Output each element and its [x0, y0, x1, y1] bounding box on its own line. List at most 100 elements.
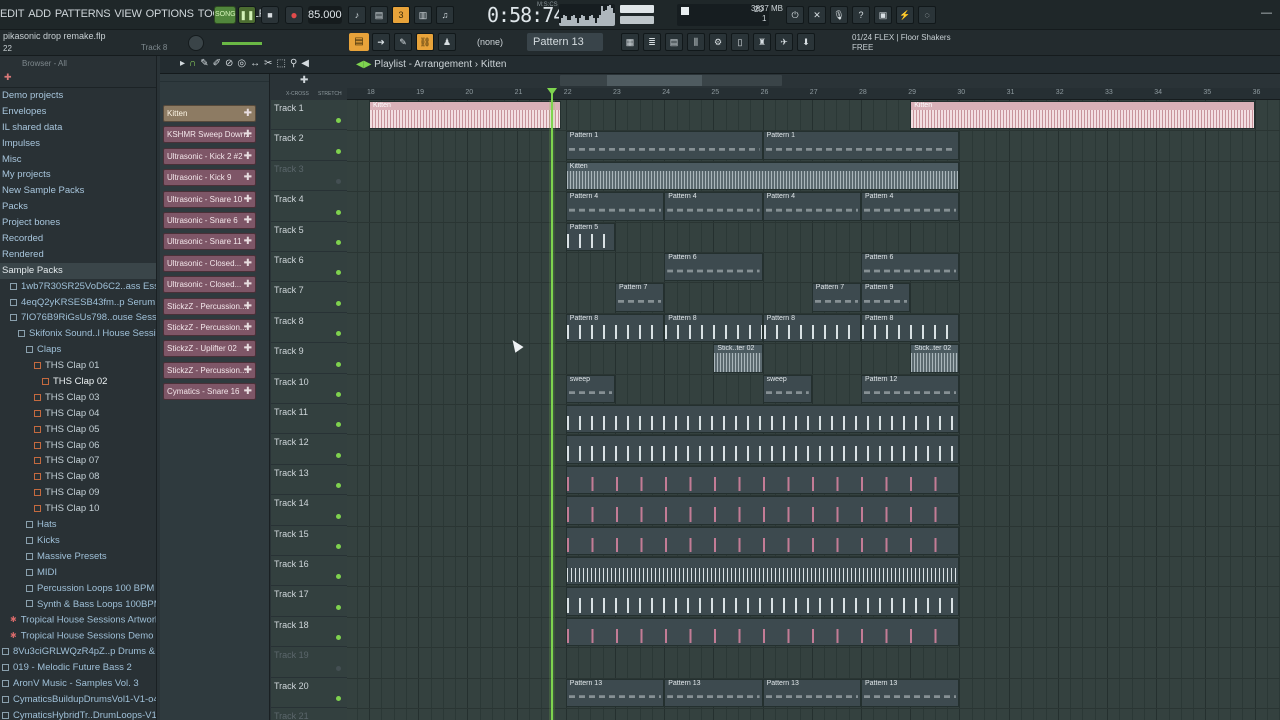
playlist-clip[interactable]: [565, 435, 960, 464]
download-icon[interactable]: ⬇: [797, 33, 815, 51]
playlist-clip[interactable]: Kitten: [910, 101, 1255, 130]
browser-item[interactable]: Synth & Bass Loops 100BPM: [0, 597, 156, 613]
playlist-clip[interactable]: [565, 617, 960, 647]
scrollbar-thumb[interactable]: [607, 75, 702, 86]
save-icon[interactable]: ▣: [874, 6, 892, 24]
playlist-icon[interactable]: ▦: [621, 33, 639, 51]
track-header[interactable]: Track 9: [271, 343, 347, 374]
channel-target-icon[interactable]: ✚: [244, 341, 252, 356]
browser-item[interactable]: Impulses: [0, 136, 156, 152]
playlist-clip[interactable]: Pattern 4: [762, 192, 861, 221]
browser-item[interactable]: 019 - Melodic Future Bass 2: [0, 660, 156, 676]
menu-patterns[interactable]: PATTERNS: [55, 8, 111, 20]
channel-target-icon[interactable]: ✚: [244, 384, 252, 399]
browser-item[interactable]: Sample Packs: [0, 262, 156, 279]
playlist-clip[interactable]: Pattern 8: [565, 313, 665, 343]
track-header[interactable]: Track 13: [271, 465, 347, 496]
playlist-clip[interactable]: Pattern 7: [811, 283, 861, 312]
step-edit-icon[interactable]: ▥: [414, 6, 432, 24]
speaker-icon[interactable]: ◀: [301, 58, 309, 69]
track-header[interactable]: Track 7: [271, 282, 347, 313]
playlist-clip[interactable]: Kitten: [369, 101, 561, 130]
channel-button[interactable]: Ultrasonic - Closed... ✚: [163, 276, 256, 294]
browser-item[interactable]: CymaticsHybridTr..DrumLoops-V1-k4r: [0, 708, 156, 720]
track-mute-led[interactable]: [336, 391, 341, 397]
channel-target-icon[interactable]: ✚: [244, 149, 252, 164]
browser-item[interactable]: Rendered: [0, 247, 156, 263]
channel-target-icon[interactable]: ✚: [244, 234, 252, 249]
playlist-clip[interactable]: Kitten: [565, 161, 960, 191]
playlist-clip[interactable]: Pattern 1: [762, 131, 960, 160]
playlist-clip[interactable]: Pattern 1: [565, 131, 763, 160]
browser-icon[interactable]: ⚙: [709, 33, 727, 51]
track-mute-led[interactable]: [336, 118, 341, 124]
browser-item[interactable]: THS Clap 01: [0, 358, 156, 374]
menu-add[interactable]: ADD: [28, 8, 51, 20]
playlist-clip[interactable]: Stick..ter 02: [910, 344, 960, 373]
channel-button[interactable]: Ultrasonic - Snare 10 ✚: [163, 190, 256, 208]
track-header[interactable]: Track 14: [271, 495, 347, 526]
magnet-icon[interactable]: ∩: [189, 58, 196, 69]
timeline-ruler[interactable]: 18 19 20 21 22 23 24 25 26 27 28 29 30 31 32 33 34 35 36: [347, 88, 1280, 100]
playlist-clip[interactable]: [565, 526, 960, 555]
browser-item[interactable]: MIDI: [0, 565, 156, 581]
channel-target-icon[interactable]: ✚: [244, 192, 252, 207]
channel-button[interactable]: Ultrasonic - Kick 2 #2 ✚: [163, 147, 256, 165]
song-mode-button[interactable]: SONG: [214, 6, 236, 24]
track-header[interactable]: Track 16: [271, 556, 347, 587]
track-mute-led[interactable]: [336, 574, 341, 580]
master-pitch-slider[interactable]: [222, 42, 262, 45]
slice-icon[interactable]: ✂: [264, 58, 272, 69]
browser-item[interactable]: Hats: [0, 517, 156, 533]
track-mute-led[interactable]: [336, 361, 341, 367]
track-header[interactable]: Track 11: [271, 404, 347, 435]
browser-item[interactable]: 4eqQ2yKRSESB43fm..p Serum Presets: [0, 295, 156, 311]
playlist-clip[interactable]: [565, 496, 960, 525]
minimize-icon[interactable]: —: [1261, 7, 1272, 19]
channel-button[interactable]: Kitten ✚: [163, 105, 256, 122]
zoom-icon[interactable]: ⚲: [290, 58, 297, 69]
channel-button[interactable]: StickzZ - Percussion... ✚: [163, 319, 256, 336]
browser-item[interactable]: AronV Music - Samples Vol. 3: [0, 676, 156, 692]
draw-icon[interactable]: ✎: [200, 58, 208, 69]
playlist-clip[interactable]: Pattern 13: [565, 678, 665, 707]
browser-back-icon[interactable]: ✚: [4, 72, 12, 82]
channel-target-icon[interactable]: ✚: [244, 106, 252, 121]
browser-item[interactable]: Recorded: [0, 231, 156, 247]
track-mute-led[interactable]: [336, 635, 341, 641]
stretch-label[interactable]: STRETCH: [318, 91, 342, 97]
browser-item[interactable]: 7IO76B9RiGsUs798..ouse Sessions: [0, 310, 156, 326]
browser-item[interactable]: New Sample Packs: [0, 183, 156, 199]
metronome-icon[interactable]: ♪: [348, 6, 366, 24]
playlist-clip[interactable]: [565, 405, 960, 434]
mixer-icon[interactable]: ✕: [808, 6, 826, 24]
main-volume-knob[interactable]: [188, 35, 204, 51]
stop-button[interactable]: ■: [261, 6, 279, 24]
channel-button[interactable]: KSHMR Sweep Down... ✚: [163, 126, 256, 144]
playlist-clip[interactable]: Pattern 13: [664, 678, 763, 707]
browser-item[interactable]: IL shared data: [0, 120, 156, 136]
playlist-clip[interactable]: Pattern 8: [664, 313, 763, 343]
browser-item[interactable]: THS Clap 06: [0, 438, 156, 454]
menu-options[interactable]: OPTIONS: [146, 8, 194, 20]
playlist-clip[interactable]: [565, 587, 960, 616]
playlist-arrow-icon[interactable]: ◀▶: [356, 59, 371, 70]
playlist-clip[interactable]: [565, 557, 960, 586]
paint-icon[interactable]: ✐: [213, 58, 221, 69]
browser-item[interactable]: 8Vu3ciGRLWQzR4pZ..p Drums & Leads: [0, 644, 156, 660]
browser-item[interactable]: Skifonix Sound..l House Sessions: [0, 326, 156, 342]
browser-item[interactable]: CymaticsBuildupDrumsVol1-V1-o4t: [0, 692, 156, 708]
playlist-clip[interactable]: sweep: [565, 374, 615, 403]
playlist-clip[interactable]: Pattern 12: [861, 374, 960, 403]
channel-rack-icon[interactable]: ▤: [665, 33, 683, 51]
browser-item[interactable]: Massive Presets: [0, 549, 156, 565]
channel-target-icon[interactable]: ✚: [244, 320, 252, 335]
browser-item[interactable]: THS Clap 04: [0, 406, 156, 422]
playlist-grid[interactable]: Kitten Kitten Pattern 1 Pattern 1 Kitten Patt…: [347, 100, 1280, 720]
snap-selector[interactable]: (none): [477, 37, 503, 47]
playlist-clip[interactable]: Pattern 8: [762, 313, 861, 343]
track-mute-led[interactable]: [336, 148, 341, 154]
menu-view[interactable]: VIEW: [114, 8, 142, 20]
track-header[interactable]: Track 3: [271, 161, 347, 192]
playlist-toggle-icon[interactable]: ▤: [349, 33, 369, 51]
